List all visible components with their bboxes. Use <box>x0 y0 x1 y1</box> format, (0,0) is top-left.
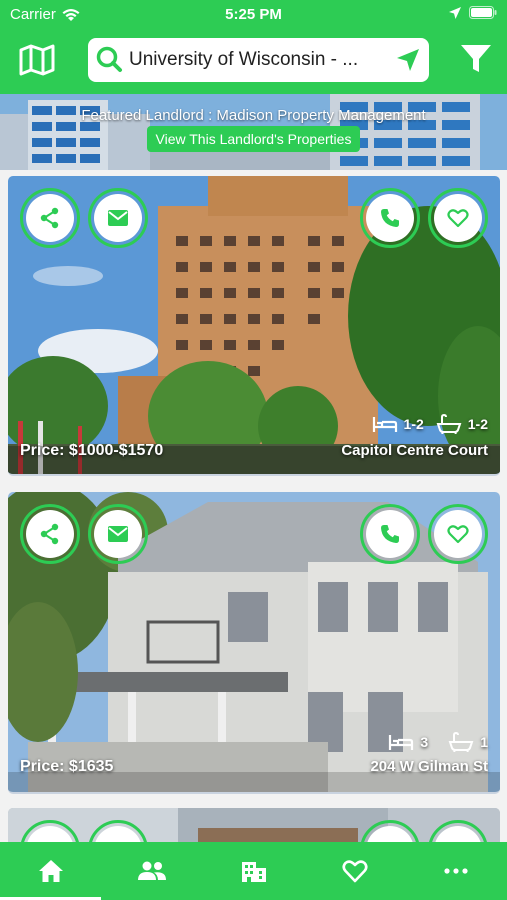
tab-more[interactable] <box>406 842 507 900</box>
email-icon <box>108 210 128 226</box>
tab-buildings[interactable] <box>203 842 304 900</box>
people-icon <box>138 861 167 880</box>
search-input-value[interactable]: University of Wisconsin - ... <box>126 49 393 71</box>
home-icon <box>38 860 63 882</box>
bed-icon <box>372 417 397 432</box>
listing-card[interactable]: 1-2 1-2 Price: $1000-$1570 Capitol Centr… <box>8 176 500 476</box>
share-icon <box>40 523 59 545</box>
bedroom-count: 3 <box>420 734 429 750</box>
favorite-button[interactable] <box>428 504 488 564</box>
heart-icon <box>447 525 469 544</box>
email-button[interactable] <box>88 188 148 248</box>
status-right <box>449 6 497 19</box>
tab-favorites[interactable] <box>304 842 405 900</box>
nav-row: University of Wisconsin - ... <box>0 36 507 84</box>
listing-address: 204 W Gilman St <box>370 758 488 775</box>
view-landlord-properties-button[interactable]: View This Landlord's Properties <box>147 126 360 152</box>
filter-icon <box>461 45 491 72</box>
featured-landlord-text: Featured Landlord : Madison Property Man… <box>81 107 426 124</box>
tab-people[interactable] <box>101 842 202 900</box>
share-icon <box>40 207 59 229</box>
bathroom-count: 1-2 <box>467 416 488 432</box>
map-icon <box>19 44 55 76</box>
share-button[interactable] <box>20 188 80 248</box>
listing-room-counts: 3 1 <box>388 732 488 752</box>
phone-icon <box>381 209 399 227</box>
tab-home[interactable] <box>0 842 102 900</box>
battery-icon <box>469 6 497 19</box>
featured-landlord-banner[interactable]: Featured Landlord : Madison Property Man… <box>0 94 507 170</box>
location-arrow-icon <box>449 6 461 19</box>
bed-icon <box>389 735 414 750</box>
bedroom-count: 1-2 <box>403 416 424 432</box>
bathroom-count: 1 <box>480 734 488 750</box>
search-field[interactable]: University of Wisconsin - ... <box>88 38 429 82</box>
listing-address: Capitol Centre Court <box>341 442 488 459</box>
location-arrow-icon[interactable] <box>393 45 423 75</box>
phone-icon <box>381 525 399 543</box>
share-button[interactable] <box>20 504 80 564</box>
bath-icon <box>436 414 462 434</box>
map-button[interactable] <box>18 44 56 76</box>
call-button[interactable] <box>360 188 420 248</box>
listing-card[interactable]: 3 1 Price: $1635 204 W Gilman St <box>8 492 500 794</box>
top-bar: Carrier 5:25 PM University of Wisconsin … <box>0 0 507 94</box>
bath-icon <box>448 732 474 752</box>
listing-price: Price: $1000-$1570 <box>20 442 164 459</box>
building-icon <box>241 862 266 882</box>
status-bar: Carrier 5:25 PM <box>0 0 507 28</box>
heart-icon <box>342 860 368 883</box>
listing-room-counts: 1-2 1-2 <box>372 414 488 434</box>
search-icon <box>96 46 122 72</box>
bottom-tab-bar <box>0 842 507 900</box>
listing-price: Price: $1635 <box>20 758 114 775</box>
call-button[interactable] <box>360 504 420 564</box>
heart-icon <box>447 209 469 228</box>
email-button[interactable] <box>88 504 148 564</box>
status-time: 5:25 PM <box>225 6 282 23</box>
more-icon <box>444 868 468 874</box>
favorite-button[interactable] <box>428 188 488 248</box>
filter-button[interactable] <box>459 42 493 76</box>
email-icon <box>108 526 128 542</box>
